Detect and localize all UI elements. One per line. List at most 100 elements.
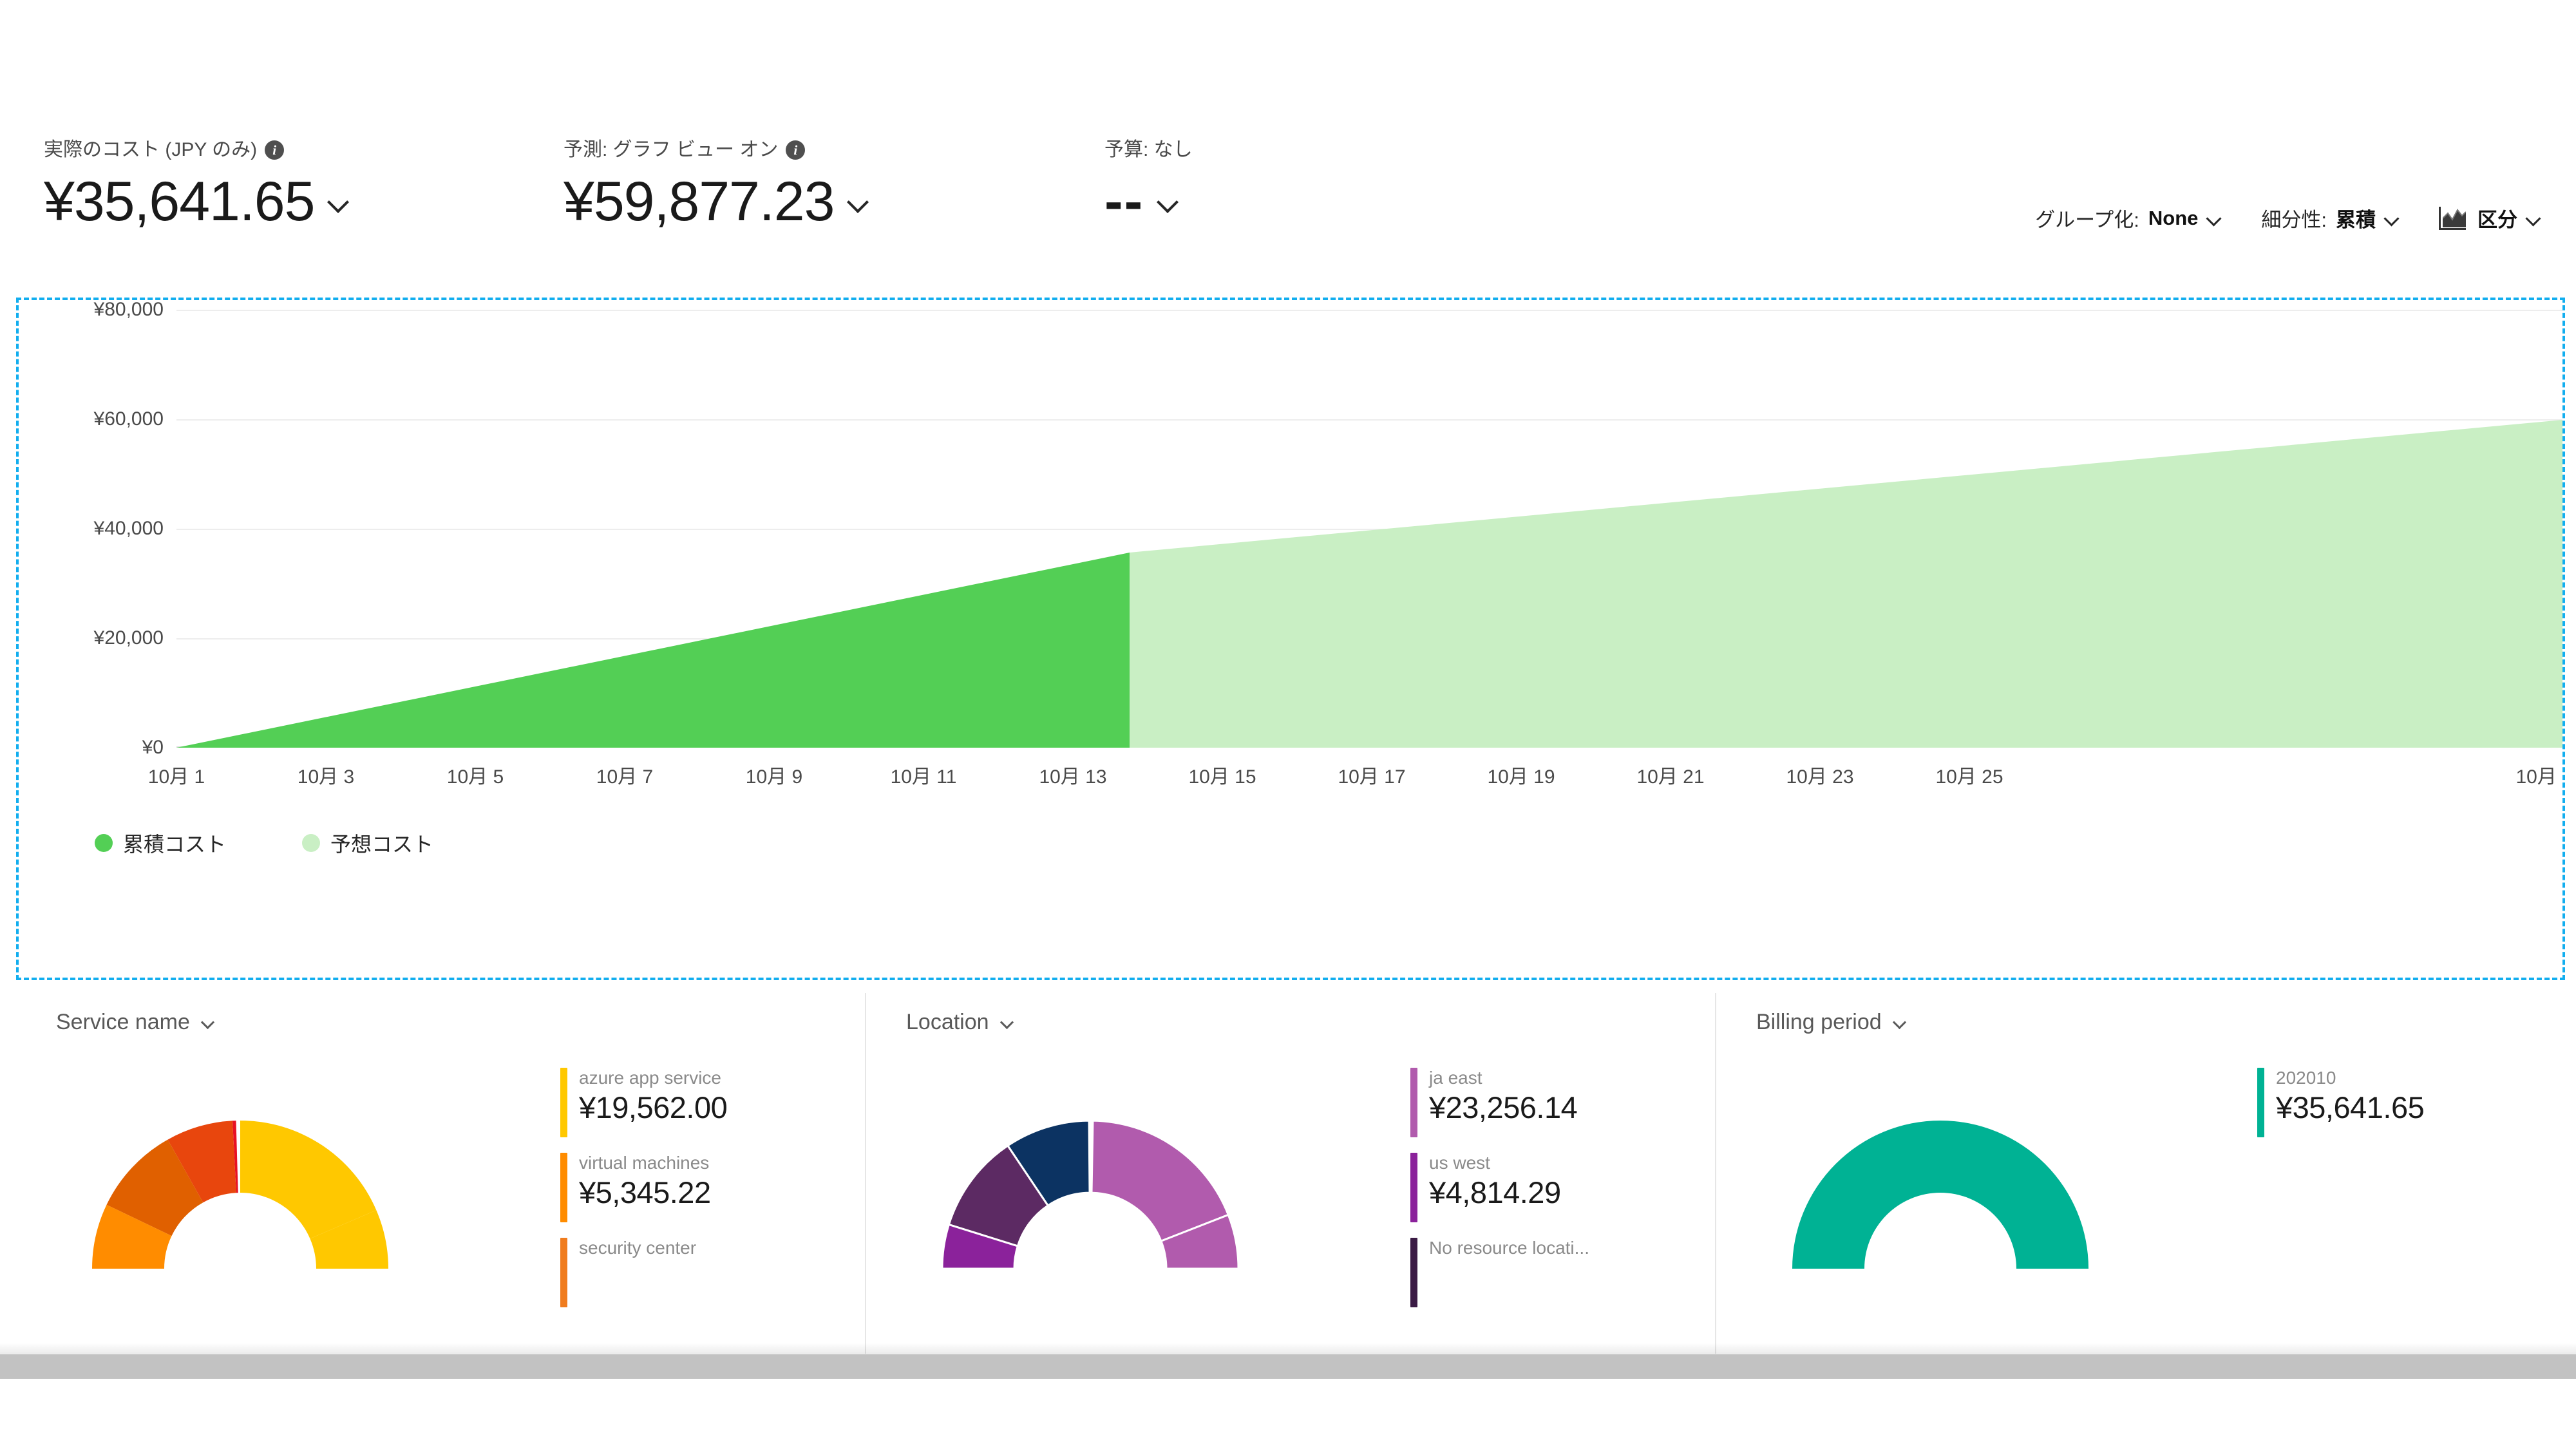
budget-value-row[interactable]: -- (1104, 174, 1193, 229)
panel-service-name-header[interactable]: Service name (56, 1010, 214, 1035)
chevron-down-icon[interactable] (2207, 211, 2221, 225)
panel-billing-period-header[interactable]: Billing period (1756, 1010, 1906, 1035)
legend-label: 累積コスト (123, 828, 226, 858)
legend-amount: ¥35,641.65 (2276, 1091, 2424, 1124)
legend-label: No resource locati... (1429, 1238, 1589, 1258)
panel-title: Service name (56, 1010, 190, 1035)
panel-location: Location ja east ¥23,256.14 (866, 993, 1716, 1354)
info-icon[interactable]: i (265, 140, 284, 160)
panel-title: Billing period (1756, 1010, 1882, 1035)
x-tick-label: 10月 5 (447, 761, 504, 789)
horizontal-scrollbar[interactable] (0, 1354, 2576, 1379)
granularity-value: 累積 (2336, 204, 2376, 232)
granularity-control[interactable]: 細分性: 累積 (2261, 204, 2399, 232)
legend-label: virtual machines (579, 1153, 711, 1173)
y-tick-label: ¥40,000 (38, 518, 164, 540)
chart-type-value: 区分 (2477, 204, 2517, 232)
x-tick-label: 10月 15 (1188, 761, 1256, 789)
legend-label: azure app service (579, 1068, 727, 1088)
budget-value: -- (1104, 174, 1144, 229)
billing-period-donut[interactable] (1747, 1075, 2134, 1352)
forecast-cost-area (1130, 420, 2562, 748)
location-donut[interactable] (897, 1075, 1283, 1352)
x-tick-label: 10月 13 (1039, 761, 1106, 789)
panel-location-header[interactable]: Location (906, 1010, 1014, 1035)
chevron-down-icon[interactable] (1001, 1016, 1014, 1029)
actual-cost-metric: 実際のコスト (JPY のみ) i ¥35,641.65 (44, 140, 348, 229)
chart-type-control[interactable]: 区分 (2439, 204, 2541, 232)
legend-item-accumulated-cost[interactable]: 累積コスト (95, 828, 226, 858)
granularity-key: 細分性: (2261, 204, 2327, 232)
forecast-value: ¥59,877.23 (564, 174, 834, 229)
service-name-donut[interactable] (47, 1075, 433, 1352)
actual-cost-value-row[interactable]: ¥35,641.65 (44, 174, 348, 229)
forecast-metric: 予測: グラフ ビュー オン i ¥59,877.23 (564, 140, 867, 229)
forecast-label-text: 予測: グラフ ビュー オン (564, 140, 778, 160)
legend-amount: ¥5,345.22 (579, 1176, 711, 1209)
group-by-control[interactable]: グループ化: None (2035, 204, 2221, 232)
legend-color-bar (1410, 1238, 1417, 1307)
legend-color-swatch (95, 834, 113, 852)
legend-color-bar (560, 1153, 567, 1222)
list-item[interactable]: security center (560, 1238, 727, 1307)
x-tick-label: 10月 3 (298, 761, 354, 789)
y-tick-label: ¥20,000 (38, 627, 164, 649)
legend-item-forecast-cost[interactable]: 予想コスト (302, 828, 433, 858)
legend-color-bar (560, 1238, 567, 1307)
actual-cost-value: ¥35,641.65 (44, 174, 314, 229)
chevron-down-icon[interactable] (1893, 1016, 1906, 1029)
donut-slice-202010-left (1792, 1121, 1940, 1269)
actual-cost-label: 実際のコスト (JPY のみ) i (44, 140, 348, 160)
legend-label: security center (579, 1238, 696, 1258)
chevron-down-icon[interactable] (2385, 211, 2399, 225)
y-tick-label: ¥80,000 (38, 300, 164, 321)
donut-slice-202010-right (1940, 1121, 2088, 1269)
chevron-down-icon[interactable] (328, 192, 348, 211)
panel-title: Location (906, 1010, 989, 1035)
x-tick-label: 10月 23 (1786, 761, 1853, 789)
area-series-svg (176, 310, 2562, 748)
location-legend: ja east ¥23,256.14 us west ¥4,814.29 No … (1410, 1068, 1589, 1323)
list-item[interactable]: ja east ¥23,256.14 (1410, 1068, 1589, 1137)
budget-label-text: 予算: なし (1104, 140, 1193, 160)
legend-amount: ¥23,256.14 (1429, 1091, 1577, 1124)
legend-color-bar (560, 1068, 567, 1137)
legend-label: 予想コスト (330, 828, 433, 858)
service-name-legend: azure app service ¥19,562.00 virtual mac… (560, 1068, 727, 1323)
cumulative-cost-chart[interactable]: ¥80,000 ¥60,000 ¥40,000 ¥20,000 ¥0 10月 1… (16, 298, 2565, 980)
forecast-value-row[interactable]: ¥59,877.23 (564, 174, 867, 229)
list-item[interactable]: azure app service ¥19,562.00 (560, 1068, 727, 1137)
plot-area (176, 310, 2562, 748)
chevron-down-icon[interactable] (2526, 211, 2541, 225)
x-tick-label: 10月 25 (1935, 761, 2003, 789)
x-tick-label: 10月 11 (891, 761, 957, 789)
chart-toolbar: グループ化: None 細分性: 累積 区分 (2035, 204, 2541, 232)
group-by-key: グループ化: (2035, 204, 2139, 232)
y-tick-label: ¥0 (38, 737, 164, 759)
page-background (0, 1379, 2576, 1449)
chevron-down-icon[interactable] (848, 192, 867, 211)
budget-metric: 予算: なし -- (1104, 140, 1193, 229)
scrollbar-thumb[interactable] (0, 1354, 2576, 1379)
area-chart-icon (2439, 207, 2466, 230)
x-tick-label: 10月 7 (596, 761, 653, 789)
info-icon[interactable]: i (786, 140, 805, 160)
legend-color-bar (2257, 1068, 2264, 1137)
forecast-label: 予測: グラフ ビュー オン i (564, 140, 867, 160)
legend-color-bar (1410, 1068, 1417, 1137)
list-item[interactable]: us west ¥4,814.29 (1410, 1153, 1589, 1222)
accumulated-cost-area (176, 553, 1130, 748)
summary-bar: 実際のコスト (JPY のみ) i ¥35,641.65 予測: グラフ ビュー… (0, 0, 2576, 283)
list-item[interactable]: No resource locati... (1410, 1238, 1589, 1307)
list-item[interactable]: 202010 ¥35,641.65 (2257, 1068, 2424, 1137)
legend-label: ja east (1429, 1068, 1577, 1088)
x-tick-label: 10月 17 (1338, 761, 1405, 789)
chart-legend: 累積コスト 予想コスト (95, 828, 433, 858)
group-by-value: None (2148, 207, 2199, 230)
chevron-down-icon[interactable] (202, 1016, 214, 1029)
chevron-down-icon[interactable] (1158, 192, 1177, 211)
panel-service-name: Service name azure app servic (16, 993, 866, 1354)
legend-amount: ¥19,562.00 (579, 1091, 727, 1124)
list-item[interactable]: virtual machines ¥5,345.22 (560, 1153, 727, 1222)
billing-period-legend: 202010 ¥35,641.65 (2257, 1068, 2424, 1153)
